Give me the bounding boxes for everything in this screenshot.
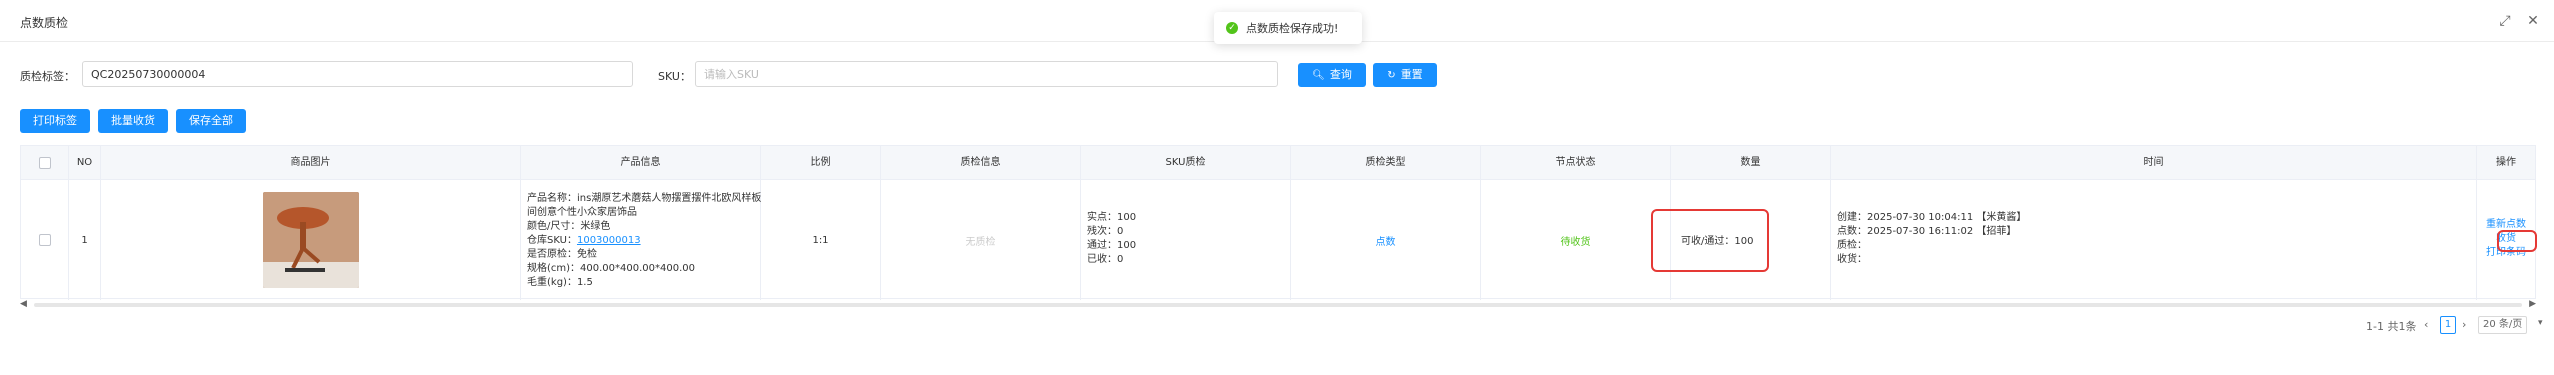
scroll-left-icon[interactable]: ◀ bbox=[20, 299, 27, 309]
close-icon[interactable]: ✕ bbox=[2524, 12, 2542, 30]
reset-button[interactable]: ↻ 重置 bbox=[1373, 63, 1437, 87]
product-weight: 毛重(kg)：1.5 bbox=[527, 277, 593, 288]
page-number-current[interactable]: 1 bbox=[2440, 316, 2456, 334]
row-checkbox[interactable] bbox=[38, 234, 51, 246]
time-received: 收货： bbox=[1837, 254, 1867, 265]
mushroom-figure-image bbox=[262, 192, 359, 288]
qc-info-cell: 无质检 bbox=[881, 180, 1081, 300]
header-qc-info: 质检信息 bbox=[881, 146, 1081, 180]
sku-label-text: 仓库SKU： bbox=[527, 235, 577, 246]
page-size-select[interactable]: 20 条/页 bbox=[2478, 316, 2528, 334]
header-quantity: 数量 bbox=[1671, 146, 1831, 180]
ratio-cell: 1:1 bbox=[761, 180, 881, 300]
search-button[interactable]: 🔍︎ 查询 bbox=[1298, 63, 1366, 87]
toast-message: 点数质检保存成功! bbox=[1246, 22, 1339, 35]
header-actions: 操作 bbox=[2496, 157, 2516, 168]
prev-page-icon[interactable]: ‹ bbox=[2424, 318, 2428, 331]
product-sku-line: 仓库SKU：1003000013 bbox=[527, 234, 754, 248]
header-product-info: 产品信息 bbox=[521, 146, 761, 180]
save-all-button[interactable]: 保存全部 bbox=[176, 109, 246, 133]
pagination-summary: 1-1 共1条 bbox=[2366, 320, 2417, 333]
time-qc: 质检： bbox=[1837, 240, 1867, 251]
product-color: 颜色/尺寸：米绿色 bbox=[527, 221, 611, 232]
select-all-checkbox[interactable] bbox=[38, 157, 51, 169]
sku-qc-cell: 实点：100 残次：0 通过：100 已收：0 bbox=[1081, 180, 1291, 300]
product-image-cell bbox=[101, 180, 521, 300]
check-circle-icon: ✓ bbox=[1226, 22, 1238, 34]
product-name-line1: 产品名称：ins潮原艺术蘑菇人物摆置摆件北欧风样板 bbox=[527, 193, 762, 204]
time-counted: 点数：2025-07-30 16:11:02 【招菲】 bbox=[1837, 226, 2017, 237]
modal-title: 点数质检 bbox=[20, 16, 69, 30]
sku-qc-pass: 通过：100 bbox=[1087, 240, 1137, 251]
sku-label: SKU： bbox=[658, 70, 691, 83]
page-size-chevron-down-icon[interactable]: ▾ bbox=[2538, 318, 2543, 328]
next-page-icon[interactable]: › bbox=[2462, 318, 2466, 331]
header-select-all bbox=[21, 146, 69, 180]
sku-input[interactable] bbox=[695, 61, 1278, 87]
product-image[interactable] bbox=[262, 192, 359, 288]
header-ratio: 比例 bbox=[761, 146, 881, 180]
search-button-label: 查询 bbox=[1329, 68, 1352, 81]
node-status-cell: 待收货 bbox=[1481, 180, 1671, 300]
header-no: NO bbox=[69, 146, 101, 180]
search-icon: 🔍︎ bbox=[1312, 70, 1325, 81]
horizontal-scrollbar[interactable]: ◀ ▶ bbox=[20, 299, 2536, 311]
refresh-icon: ↻ bbox=[1387, 70, 1396, 81]
qc-type-cell: 点数 bbox=[1291, 180, 1481, 300]
time-created: 创建：2025-07-30 10:04:11 【米黄酱】 bbox=[1837, 212, 2027, 223]
quantity-highlight bbox=[1651, 209, 1769, 272]
scrollbar-track[interactable] bbox=[34, 303, 2522, 307]
success-toast: ✓ 点数质检保存成功! bbox=[1214, 12, 1362, 44]
qc-table: NO 商品图片 产品信息 比例 质检信息 SKU质检 质检类型 节点状态 数量 … bbox=[20, 145, 2537, 300]
receive-highlight bbox=[2497, 230, 2537, 252]
product-sourcing: 是否原检：免检 bbox=[527, 249, 597, 260]
reset-button-label: 重置 bbox=[1400, 68, 1423, 81]
row-no: 1 bbox=[69, 180, 101, 300]
header-qc-type: 质检类型 bbox=[1291, 146, 1481, 180]
sku-link[interactable]: 1003000013 bbox=[577, 235, 641, 246]
row-select-cell bbox=[21, 180, 69, 300]
header-product-image: 商品图片 bbox=[101, 146, 521, 180]
batch-receive-button[interactable]: 批量收货 bbox=[98, 109, 168, 133]
fullscreen-icon[interactable]: ⤢ bbox=[2496, 12, 2514, 30]
print-label-button[interactable]: 打印标签 bbox=[20, 109, 90, 133]
header-sku-qc: SKU质检 bbox=[1081, 146, 1291, 180]
qc-tag-input[interactable] bbox=[82, 61, 633, 87]
time-cell: 创建：2025-07-30 10:04:11 【米黄酱】 点数：2025-07-… bbox=[1831, 180, 2477, 300]
qc-modal: 点数质检 ⤢ ✕ ✓ 点数质检保存成功! 质检标签： SKU： 🔍︎ 查询 ↻ 重置… bbox=[0, 0, 2554, 375]
product-size: 规格(cm)：400.00*400.00*400.00 bbox=[527, 263, 696, 274]
sku-qc-defect: 残次：0 bbox=[1087, 226, 1124, 237]
product-name-line2: 间创意个性小众家居饰品 bbox=[527, 207, 637, 218]
product-info-cell: 产品名称：ins潮原艺术蘑菇人物摆置摆件北欧风样板 间创意个性小众家居饰品 颜色… bbox=[521, 180, 761, 300]
sku-qc-actual: 实点：100 bbox=[1087, 212, 1137, 223]
qc-tag-label: 质检标签： bbox=[20, 70, 75, 83]
header-time: 时间 bbox=[1831, 146, 2477, 180]
scroll-right-icon[interactable]: ▶ bbox=[2529, 299, 2536, 309]
sku-qc-received: 已收：0 bbox=[1087, 254, 1124, 265]
header-node-status: 节点状态 bbox=[1481, 146, 1671, 180]
